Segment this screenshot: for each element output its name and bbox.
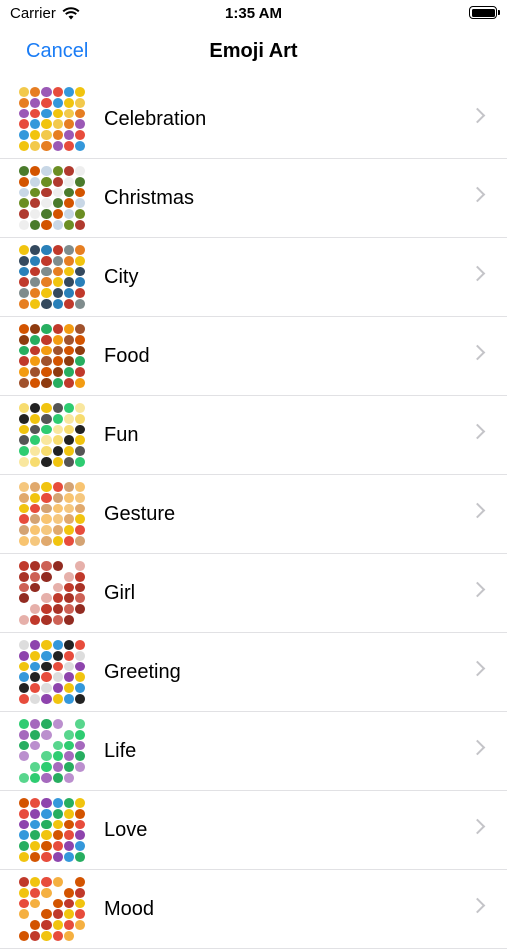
list-item-label: Girl — [104, 581, 136, 604]
status-bar: Carrier 1:35 AM — [0, 0, 507, 28]
emoji-art-thumbnail — [19, 403, 85, 467]
battery-icon — [469, 6, 500, 19]
emoji-art-thumbnail — [19, 482, 85, 546]
navigation-bar: Cancel Emoji Art — [0, 28, 507, 78]
chevron-right-icon — [469, 186, 486, 203]
list-item-label: Greeting — [104, 660, 181, 683]
emoji-art-thumbnail — [19, 719, 85, 783]
list-item[interactable]: Celebration — [0, 80, 507, 158]
emoji-art-thumbnail — [19, 798, 85, 862]
list-item-label: Love — [104, 818, 148, 841]
category-list: Celebration Christmas City Food Fun Gesture Gi… — [0, 80, 507, 949]
emoji-art-thumbnail — [19, 877, 85, 941]
chevron-right-icon — [469, 818, 486, 835]
list-item-label: City — [104, 265, 139, 288]
page-title: Emoji Art — [209, 40, 298, 62]
list-item[interactable]: Food — [0, 317, 507, 395]
chevron-right-icon — [469, 581, 486, 598]
emoji-art-thumbnail — [19, 87, 85, 151]
chevron-right-icon — [469, 344, 486, 361]
chevron-right-icon — [469, 897, 486, 914]
list-item[interactable]: Greeting — [0, 633, 507, 711]
chevron-right-icon — [469, 502, 486, 519]
list-item[interactable]: City — [0, 238, 507, 316]
emoji-art-thumbnail — [19, 561, 85, 625]
emoji-art-thumbnail — [19, 166, 85, 230]
list-item-label: Life — [104, 739, 137, 762]
list-item[interactable]: Girl — [0, 554, 507, 632]
list-item-label: Mood — [104, 897, 155, 920]
list-item[interactable]: Love — [0, 791, 507, 869]
list-item-label: Food — [104, 344, 150, 367]
list-item-label: Fun — [104, 423, 139, 446]
status-time: 1:35 AM — [225, 5, 282, 22]
list-item[interactable]: Fun — [0, 396, 507, 474]
list-item[interactable]: Christmas — [0, 159, 507, 237]
chevron-right-icon — [469, 423, 486, 440]
chevron-right-icon — [469, 739, 486, 756]
list-item-label: Christmas — [104, 186, 195, 209]
list-item-label: Gesture — [104, 502, 176, 525]
list-item-label: Celebration — [104, 107, 207, 130]
emoji-art-thumbnail — [19, 324, 85, 388]
emoji-art-thumbnail — [19, 640, 85, 704]
emoji-art-thumbnail — [19, 245, 85, 309]
chevron-right-icon — [469, 660, 486, 677]
list-item[interactable]: Life — [0, 712, 507, 790]
chevron-right-icon — [469, 107, 486, 124]
chevron-right-icon — [469, 265, 486, 282]
list-item[interactable]: Gesture — [0, 475, 507, 553]
list-item[interactable]: Mood — [0, 870, 507, 948]
